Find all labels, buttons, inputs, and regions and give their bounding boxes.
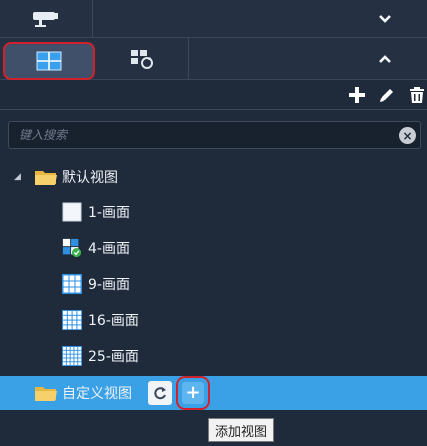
- tree-group-default[interactable]: ◢ 默认视图: [0, 160, 427, 194]
- tree-item-1-pane[interactable]: 1-画面: [0, 195, 427, 229]
- pencil-icon[interactable]: [374, 82, 400, 108]
- chevron-up-icon[interactable]: [370, 44, 400, 74]
- plus-icon[interactable]: [344, 82, 370, 108]
- tree-item-label: 25-画面: [88, 349, 139, 365]
- tab-view-grid[interactable]: [3, 42, 95, 80]
- sixteen-pane-icon: [62, 310, 82, 330]
- tree-group-label: 自定义视图: [62, 386, 132, 402]
- tree-item-label: 4-画面: [88, 241, 130, 257]
- chevron-down-icon[interactable]: [370, 4, 400, 34]
- tree-item-25-pane[interactable]: 25-画面: [0, 339, 427, 373]
- tree-item-label: 9-画面: [88, 277, 130, 293]
- nine-pane-icon: [62, 274, 82, 294]
- add-view-button[interactable]: +: [176, 376, 210, 410]
- add-icon: +: [182, 382, 204, 404]
- single-pane-icon: [62, 202, 82, 222]
- refresh-button[interactable]: [148, 381, 172, 405]
- camera-icon[interactable]: [24, 4, 66, 34]
- clear-icon[interactable]: ×: [399, 127, 416, 144]
- grid-refresh-icon: [131, 50, 153, 69]
- toolbar-row-devices: [0, 0, 427, 38]
- tree-item-4-pane[interactable]: 4-画面: [0, 231, 427, 265]
- tree-item-16-pane[interactable]: 16-画面: [0, 303, 427, 337]
- trash-icon[interactable]: [404, 82, 427, 108]
- toolbar-row-views: [0, 38, 427, 80]
- action-bar: [0, 80, 427, 110]
- twentyfive-pane-icon: [62, 346, 82, 366]
- tab-view-refresh[interactable]: [112, 44, 172, 74]
- search-input[interactable]: [19, 122, 379, 148]
- tree-item-label: 1-画面: [88, 205, 130, 221]
- folder-icon: [35, 171, 57, 185]
- tree-item-label: 16-画面: [88, 313, 139, 329]
- folder-icon: [35, 387, 57, 401]
- four-pane-check-icon: [62, 238, 82, 258]
- tree-group-label: 默认视图: [62, 170, 118, 186]
- tree-item-9-pane[interactable]: 9-画面: [0, 267, 427, 301]
- search-box: ×: [8, 121, 421, 149]
- tree-group-custom[interactable]: 自定义视图 +: [0, 376, 427, 410]
- tooltip: 添加视图: [208, 418, 275, 442]
- expanded-triangle-icon[interactable]: ◢: [14, 172, 21, 182]
- grid-view-icon: [36, 51, 62, 71]
- refresh-icon: [154, 387, 166, 400]
